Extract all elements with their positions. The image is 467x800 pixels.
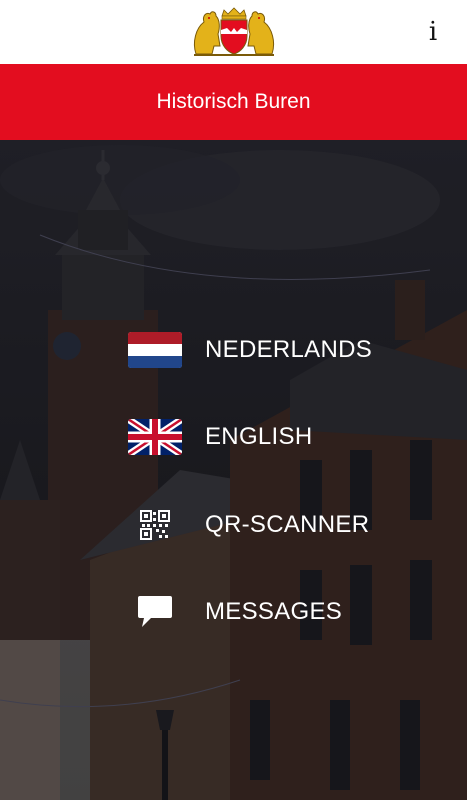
menu-item-messages[interactable]: MESSAGES bbox=[128, 587, 428, 637]
page-title: Historisch Buren bbox=[156, 90, 311, 113]
background-photo: NEDERLANDS ENGLISH QR-SCANNER MESSAGES bbox=[0, 140, 467, 800]
uk-flag-icon bbox=[128, 418, 182, 456]
menu-label-messages: MESSAGES bbox=[205, 598, 343, 625]
coat-of-arms-logo bbox=[193, 7, 275, 56]
qr-code-icon bbox=[128, 506, 182, 544]
dutch-flag-icon bbox=[128, 331, 182, 369]
menu-label-qr-scanner: QR-SCANNER bbox=[205, 511, 370, 538]
language-menu: NEDERLANDS ENGLISH QR-SCANNER MESSAGES bbox=[0, 140, 467, 800]
menu-label-english: ENGLISH bbox=[205, 423, 313, 450]
chat-bubble-icon bbox=[128, 593, 182, 631]
menu-item-nederlands[interactable]: NEDERLANDS bbox=[128, 325, 428, 375]
menu-item-qr-scanner[interactable]: QR-SCANNER bbox=[128, 500, 428, 550]
menu-item-english[interactable]: ENGLISH bbox=[128, 412, 428, 462]
info-button[interactable]: i bbox=[423, 14, 443, 50]
menu-label-nederlands: NEDERLANDS bbox=[205, 336, 373, 363]
title-bar: Historisch Buren bbox=[0, 64, 467, 140]
app-header: i bbox=[0, 0, 467, 64]
